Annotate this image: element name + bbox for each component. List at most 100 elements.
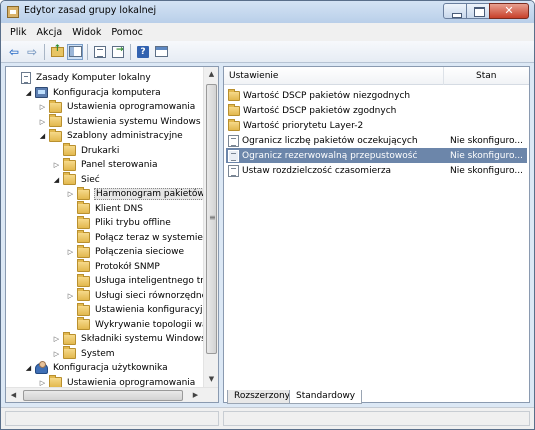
- tree-vertical-scrollbar[interactable]: ▲ ▼: [203, 67, 218, 387]
- back-button[interactable]: ⇦: [6, 44, 22, 60]
- list-item[interactable]: Wartość DSCP pakietów niezgodnych: [226, 88, 527, 103]
- list-item[interactable]: Ogranicz rezerwowalną przepustowość Nie s…: [226, 148, 527, 163]
- tree-item[interactable]: ▷ Ustawienia systemu Windows: [38, 114, 202, 129]
- export-icon: [112, 45, 124, 58]
- tree-item[interactable]: Drukarki: [52, 143, 120, 158]
- setting-state: Nie skonfiguro...: [450, 165, 523, 176]
- tree-item-label: Sieć: [81, 174, 100, 185]
- menu-file[interactable]: Plik: [5, 27, 32, 38]
- tree-item[interactable]: ▷ System: [52, 346, 116, 361]
- tree-item[interactable]: Wykrywanie topologii warst: [66, 317, 204, 332]
- column-header-setting[interactable]: Ustawienie: [224, 67, 444, 85]
- tree-item[interactable]: ▷ Ustawienia oprogramowania: [38, 375, 196, 387]
- tree-item[interactable]: ▷ Ustawienia oprogramowania: [38, 99, 196, 114]
- toolbar-separator: [130, 43, 131, 60]
- settings-list[interactable]: Ustawienie Stan Wartość DSCP pakietów ni…: [223, 66, 530, 403]
- tree-item[interactable]: ▷ Harmonogram pakietów Qo: [66, 186, 204, 201]
- content-area: Zasady Komputer lokalny ◢ Konfiguracja kom…: [1, 63, 534, 407]
- tree-item[interactable]: ▷ Panel sterowania: [52, 157, 159, 172]
- expand-arrow-icon[interactable]: ▷: [52, 161, 61, 170]
- expand-arrow-icon[interactable]: ▷: [52, 335, 61, 344]
- forward-button[interactable]: ⇨: [24, 44, 40, 60]
- folder-icon: [77, 273, 90, 287]
- close-button[interactable]: ✕: [489, 3, 529, 19]
- tree-item-label: Składniki systemu Windows: [81, 334, 204, 344]
- tree-item[interactable]: Ustawienia konfiguracyjne p: [66, 302, 204, 317]
- expand-arrow-icon[interactable]: ▷: [66, 190, 75, 199]
- expand-arrow-icon[interactable]: ▷: [66, 248, 75, 257]
- scrollbar-thumb[interactable]: [206, 84, 217, 354]
- window-controls: ✕: [443, 3, 529, 19]
- tree-item[interactable]: Usługa inteligentnego trans: [66, 273, 204, 288]
- folder-icon: [49, 128, 62, 142]
- tree-horizontal-scrollbar[interactable]: ◀ ▶: [6, 387, 218, 402]
- show-list-button[interactable]: [92, 44, 108, 60]
- expand-arrow-icon[interactable]: ▷: [52, 349, 61, 358]
- export-list-button[interactable]: [110, 44, 126, 60]
- folder-icon: [63, 172, 76, 185]
- list-item[interactable]: Ustaw rozdzielczość czasomierza Nie skonf…: [226, 163, 527, 178]
- collapse-arrow-icon[interactable]: ◢: [24, 364, 33, 373]
- tree-item-label: Drukarki: [81, 145, 120, 156]
- tree-item[interactable]: ◢ Konfiguracja użytkownika: [24, 360, 169, 375]
- list-item[interactable]: Wartość priorytetu Layer-2: [226, 118, 527, 133]
- help-icon: ?: [137, 45, 149, 58]
- expand-arrow-icon[interactable]: ▷: [38, 378, 47, 387]
- tree-item-label: Połączenia sieciowe: [95, 247, 185, 257]
- scroll-up-icon[interactable]: ▲: [204, 67, 218, 82]
- folder-icon: [77, 288, 90, 301]
- console-tree[interactable]: Zasady Komputer lokalny ◢ Konfiguracja kom…: [5, 66, 219, 403]
- tree-item[interactable]: Zasady Komputer lokalny: [10, 71, 152, 85]
- folder-icon: [77, 317, 90, 330]
- folder-icon: [77, 259, 90, 272]
- tree-item[interactable]: Połącz teraz w systemie Wir: [66, 230, 204, 245]
- folder-icon: [228, 103, 240, 116]
- tree-item[interactable]: ▷ Usługi sieci równorzędnej fi: [66, 288, 204, 303]
- tree-item-label: Ustawienia oprogramowania: [67, 102, 196, 112]
- expand-arrow-icon[interactable]: ▷: [38, 117, 47, 126]
- tab-standard[interactable]: Standardowy: [289, 390, 363, 404]
- collapse-arrow-icon[interactable]: ◢: [38, 132, 47, 141]
- tree-item-label: Klient DNS: [95, 203, 143, 214]
- title-bar[interactable]: Edytor zasad grupy lokalnej ✕: [1, 1, 534, 23]
- editor-window: Edytor zasad grupy lokalnej ✕ Plik Akcja…: [0, 0, 535, 430]
- menu-action[interactable]: Akcja: [32, 27, 68, 38]
- setting-name: Ogranicz liczbę pakietów oczekujących: [242, 135, 418, 146]
- tree-item[interactable]: ▷ Składniki systemu Windows: [52, 331, 204, 346]
- expand-arrow-icon[interactable]: ▷: [66, 291, 75, 300]
- tree-item[interactable]: Pliki trybu offline: [66, 215, 172, 230]
- menu-view[interactable]: Widok: [67, 27, 106, 38]
- collapse-arrow-icon[interactable]: ◢: [24, 88, 33, 97]
- scroll-right-icon[interactable]: ▶: [188, 388, 203, 402]
- tree-item[interactable]: ◢ Konfiguracja komputera: [24, 86, 162, 100]
- minimize-button[interactable]: [443, 3, 467, 19]
- tab-extended[interactable]: Rozszerzony: [227, 390, 297, 404]
- collapse-arrow-icon[interactable]: ◢: [52, 175, 61, 184]
- column-header-state[interactable]: Stan: [471, 67, 529, 85]
- maximize-button[interactable]: [466, 3, 490, 19]
- expand-arrow-icon[interactable]: ▷: [38, 103, 47, 112]
- tree-item[interactable]: Klient DNS: [66, 201, 144, 216]
- properties-button[interactable]: [153, 44, 169, 60]
- scrollbar-thumb[interactable]: [23, 390, 183, 401]
- tree-item[interactable]: ◢ Szablony administracyjne: [38, 128, 184, 143]
- scroll-down-icon[interactable]: ▼: [204, 372, 218, 387]
- scroll-left-icon[interactable]: ◀: [6, 388, 21, 402]
- show-hide-tree-button[interactable]: [67, 43, 83, 60]
- folder-icon: [63, 143, 76, 156]
- tree-item[interactable]: ▷ Połączenia sieciowe: [66, 244, 185, 259]
- list-item[interactable]: Wartość DSCP pakietów zgodnych: [226, 103, 527, 118]
- tree-item[interactable]: Protokół SNMP: [66, 259, 161, 274]
- help-button[interactable]: ?: [135, 44, 151, 60]
- status-panel: [5, 411, 219, 426]
- folder-icon: [77, 244, 90, 258]
- menu-help[interactable]: Pomoc: [106, 27, 148, 38]
- list-item[interactable]: Ogranicz liczbę pakietów oczekujących Nie…: [226, 133, 527, 148]
- tree-item[interactable]: ◢ Sieć: [52, 172, 101, 187]
- folder-icon: [77, 201, 90, 214]
- up-one-level-button[interactable]: [49, 44, 65, 60]
- tree-item-label: Panel sterowania: [81, 160, 158, 170]
